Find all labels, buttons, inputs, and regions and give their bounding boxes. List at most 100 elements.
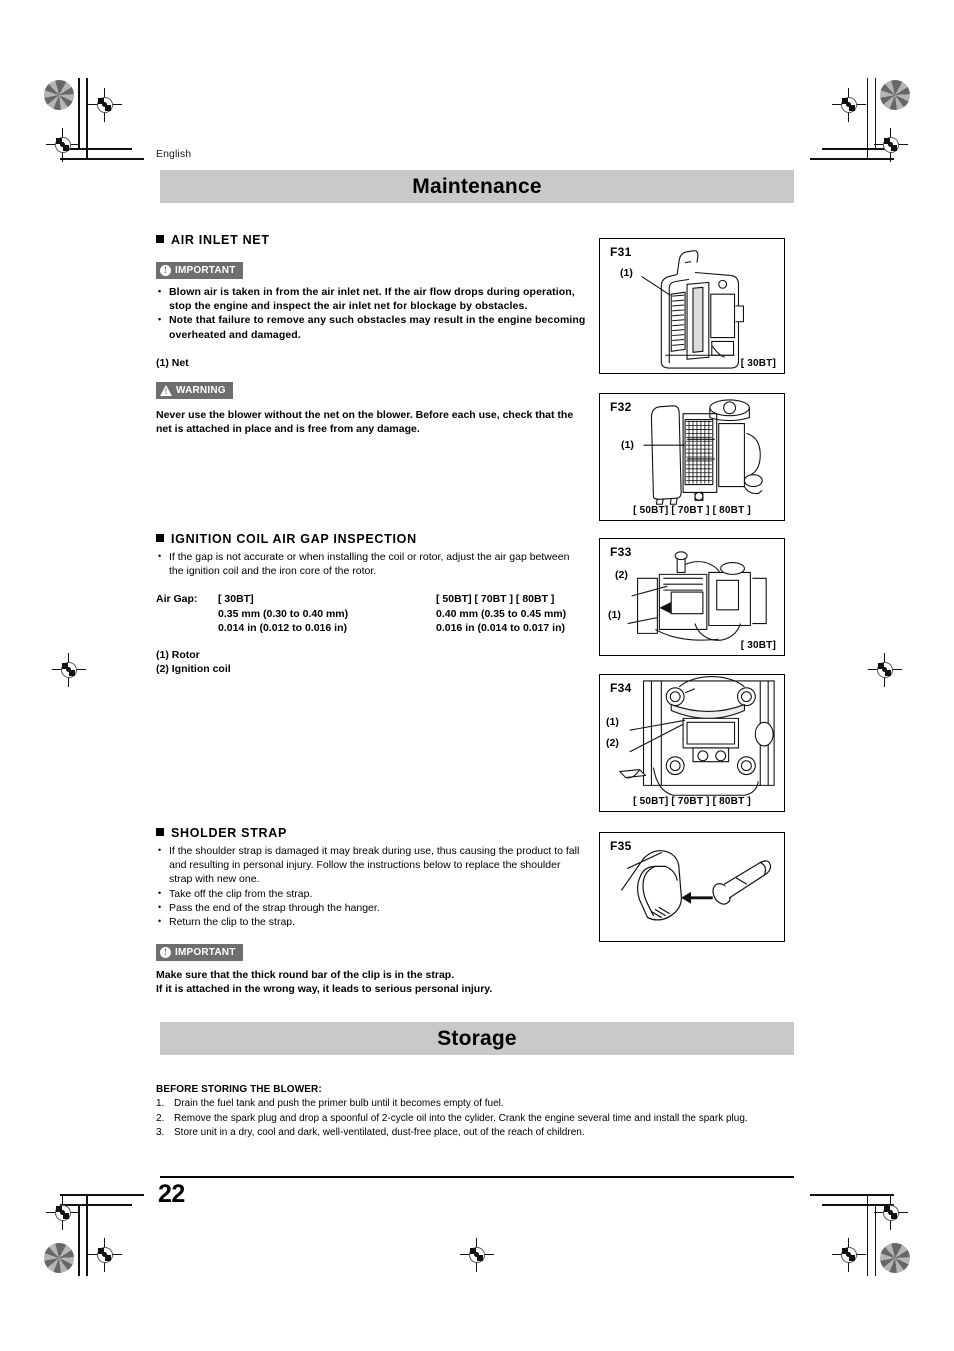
figure-f32: F32 (1) [ 50BT] [ 70BT ] [ 80BT ]	[599, 393, 785, 521]
list-item: Pass the end of the strap through the ha…	[156, 900, 586, 915]
registration-mark-left-middle	[52, 653, 86, 687]
air-gap-col2-imperial: 0.016 in (0.014 to 0.017 in)	[436, 621, 565, 634]
sholder-strap-bullet-list: If the shoulder strap is damaged it may …	[156, 843, 586, 929]
section-banner-maintenance: Maintenance	[160, 170, 794, 203]
f35-arrow-icon	[681, 891, 713, 904]
figure-f33: F33 (2) (1) [ 30BT]	[599, 538, 785, 656]
registration-mark-bottom-center	[460, 1238, 494, 1272]
density-patch-bottom-left	[44, 1243, 74, 1273]
figure-f34-callout-2: (2)	[606, 737, 619, 749]
important-badge-air-inlet: ! IMPORTANT	[156, 262, 243, 279]
heading-ignition-coil-text: IGNITION COIL AIR GAP INSPECTION	[171, 532, 417, 546]
air-gap-col1-models: [ 30BT]	[218, 593, 254, 606]
list-item: Note that failure to remove any such obs…	[156, 312, 586, 341]
list-item: Take off the clip from the strap.	[156, 886, 586, 901]
square-bullet-icon	[156, 534, 164, 542]
figure-f31-drawing	[641, 250, 744, 369]
warning-badge-label: WARNING	[176, 384, 226, 396]
figure-f34-callout-1: (1)	[606, 716, 619, 728]
legend-ignition-1: (1) Rotor	[156, 649, 200, 662]
figure-f34-label: F34	[610, 681, 632, 695]
step-number: 3.	[156, 1127, 165, 1139]
section-ignition-coil: IGNITION COIL AIR GAP INSPECTION If the …	[156, 532, 586, 676]
important-badge-label: IMPORTANT	[175, 947, 236, 959]
heading-air-inlet-net: AIR INLET NET	[156, 233, 586, 247]
figure-f31-model-tag: [ 30BT]	[740, 358, 776, 369]
figure-f34-model-tag: [ 50BT] [ 70BT ] [ 80BT ]	[633, 796, 751, 807]
air-gap-spec-table: Air Gap: [ 30BT] [ 50BT] [ 70BT ] [ 80BT…	[156, 592, 586, 635]
air-gap-col2-models: [ 50BT] [ 70BT ] [ 80BT ]	[436, 593, 555, 606]
density-patch-bottom-right	[880, 1243, 910, 1273]
density-patch-top-left	[44, 80, 74, 110]
footer-rule	[160, 1176, 794, 1178]
registration-mark-top-right-b	[874, 128, 908, 162]
registration-mark-bottom-right-a	[874, 1196, 908, 1230]
storage-heading: BEFORE STORING THE BLOWER:	[156, 1084, 322, 1095]
heading-air-inlet-net-text: AIR INLET NET	[171, 233, 270, 247]
figure-f33-callout-2: (2)	[615, 569, 628, 581]
registration-mark-top-right-a	[832, 88, 866, 122]
storage-step-list: 1. Drain the fuel tank and push the prim…	[156, 1097, 796, 1141]
warning-text-air-inlet: Never use the blower without the net on …	[156, 408, 574, 436]
air-inlet-bullet-list: Blown air is taken in from the air inlet…	[156, 284, 586, 342]
important-badge-label: IMPORTANT	[175, 265, 236, 276]
registration-mark-bottom-left-b	[88, 1238, 122, 1272]
list-item: Return the clip to the strap.	[156, 914, 586, 929]
section-title-maintenance: Maintenance	[412, 174, 542, 198]
heading-sholder-strap: SHOLDER STRAP	[156, 826, 586, 840]
exclamation-circle-icon: !	[160, 265, 171, 276]
registration-mark-top-left-b	[46, 128, 80, 162]
list-item: 2. Remove the spark plug and drop a spoo…	[156, 1112, 796, 1127]
legend-ignition-2: (2) Ignition coil	[156, 663, 231, 676]
important-badge-sholder-strap: ! IMPORTANT	[156, 944, 243, 962]
language-label: English	[156, 148, 192, 160]
step-text: Store unit in a dry, cool and dark, well…	[174, 1127, 585, 1139]
important-line-1: Make sure that the thick round bar of th…	[156, 969, 455, 982]
step-number: 1.	[156, 1098, 165, 1109]
air-gap-label: Air Gap:	[156, 593, 198, 606]
registration-mark-bottom-left-a	[46, 1196, 80, 1230]
important-line-2: If it is attached in the wrong way, it l…	[156, 983, 493, 996]
section-banner-storage: Storage	[160, 1022, 794, 1055]
figure-f34: F34 (1) (2) [ 50BT] [ 70BT ] [ 80BT ]	[599, 674, 785, 812]
step-number: 2.	[156, 1112, 165, 1124]
air-gap-col2-metric: 0.40 mm (0.35 to 0.45 mm)	[436, 607, 567, 620]
square-bullet-icon	[156, 828, 164, 836]
list-item: 3. Store unit in a dry, cool and dark, w…	[156, 1126, 796, 1141]
registration-mark-bottom-right-b	[832, 1238, 866, 1272]
page-number: 22	[158, 1180, 185, 1208]
section-air-inlet-net: AIR INLET NET ! IMPORTANT Blown air is t…	[156, 233, 586, 436]
section-sholder-strap: SHOLDER STRAP If the shoulder strap is d…	[156, 826, 586, 997]
list-item: If the gap is not accurate or when insta…	[156, 549, 586, 578]
list-item: Blown air is taken in from the air inlet…	[156, 284, 586, 313]
legend-air-inlet-1: (1) Net	[156, 356, 189, 369]
air-gap-col1-imperial: 0.014 in (0.012 to 0.016 in)	[218, 621, 347, 634]
step-text: Drain the fuel tank and push the primer …	[174, 1098, 504, 1109]
figure-f33-model-tag: [ 30BT]	[740, 640, 776, 651]
figure-f33-callout-1: (1)	[608, 609, 621, 621]
list-item: 1. Drain the fuel tank and push the prim…	[156, 1097, 796, 1112]
list-item: If the shoulder strap is damaged it may …	[156, 843, 586, 887]
figure-f33-label: F33	[610, 545, 632, 559]
figure-f35: F35	[599, 832, 785, 942]
air-gap-col1-metric: 0.35 mm (0.30 to 0.40 mm)	[218, 607, 349, 620]
density-patch-top-right	[880, 80, 910, 110]
figure-f31: F31 (1) [ 30BT]	[599, 238, 785, 374]
exclamation-circle-icon: !	[160, 947, 171, 959]
f31-leader-line	[641, 275, 671, 296]
figure-f32-label: F32	[610, 400, 632, 414]
figure-f32-callout-1: (1)	[621, 439, 634, 451]
section-storage-body: BEFORE STORING THE BLOWER: 1. Drain the …	[156, 1083, 796, 1141]
registration-mark-top-left-a	[88, 88, 122, 122]
figure-f34-drawing	[619, 676, 775, 796]
warning-badge-air-inlet: WARNING	[156, 381, 233, 399]
figure-f31-label: F31	[610, 245, 632, 259]
figure-f35-label: F35	[610, 839, 632, 853]
ignition-coil-bullet-list: If the gap is not accurate or when insta…	[156, 549, 586, 578]
registration-mark-right-middle	[868, 653, 902, 687]
section-title-storage: Storage	[437, 1026, 517, 1050]
square-bullet-icon	[156, 235, 164, 243]
step-text: Remove the spark plug and drop a spoonfu…	[174, 1112, 748, 1124]
figure-f32-model-tag: [ 50BT] [ 70BT ] [ 80BT ]	[633, 505, 751, 516]
figure-f31-callout-1: (1)	[620, 267, 633, 279]
